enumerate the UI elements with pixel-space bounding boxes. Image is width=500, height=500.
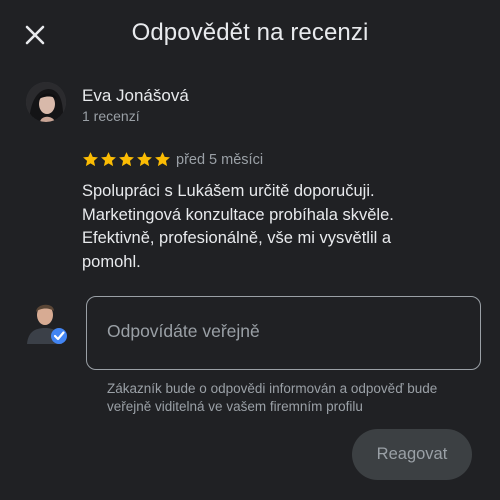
review-text: Spolupráci s Lukášem určitě doporučuji. …: [82, 182, 394, 271]
star-icon: [119, 152, 134, 167]
reply-visibility-notice: Zákazník bude o odpovědi informován a od…: [107, 381, 438, 414]
page-title: Odpovědět na recenzi: [131, 19, 369, 46]
reviewer-avatar[interactable]: [26, 82, 66, 122]
star-icon: [137, 152, 152, 167]
star-icon: [155, 152, 170, 167]
reply-field[interactable]: [86, 296, 481, 370]
reviewer-name[interactable]: Eva Jonášová: [82, 86, 189, 106]
review-time: před 5 měsíci: [176, 152, 264, 168]
star-rating: [82, 151, 171, 168]
verified-check-icon: [51, 328, 67, 344]
reviewer-review-count: 1 recenzí: [82, 108, 140, 124]
submit-reply-button[interactable]: Reagovat: [352, 429, 472, 480]
reply-input[interactable]: [107, 321, 457, 342]
star-icon: [83, 152, 98, 167]
star-icon: [101, 152, 116, 167]
owner-avatar: [25, 298, 69, 346]
dialog-header: Odpovědět na recenzi: [0, 0, 500, 72]
